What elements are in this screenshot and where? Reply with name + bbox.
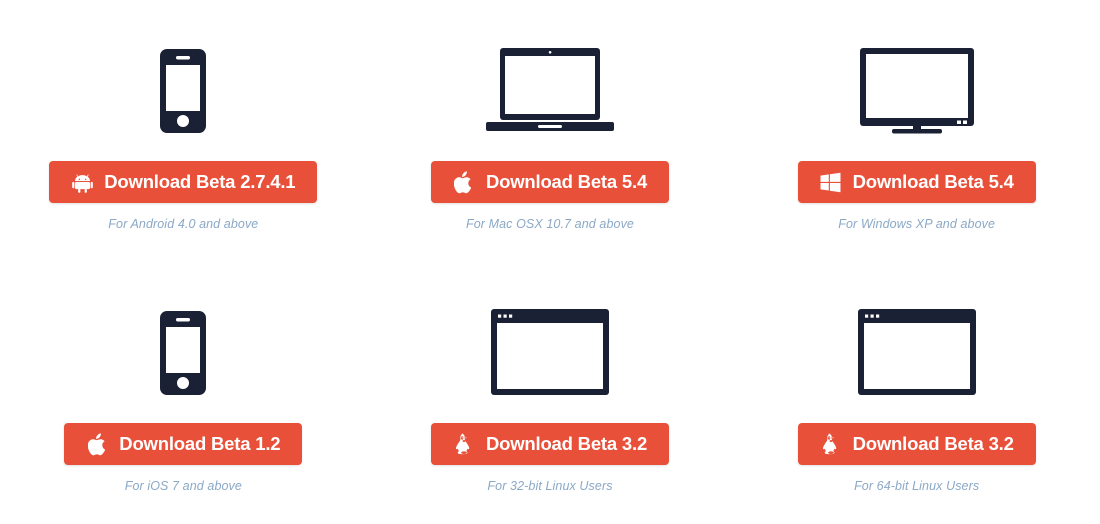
download-button-mac[interactable]: Download Beta 5.4 (430, 161, 670, 203)
android-logo-icon (71, 171, 93, 194)
linux-penguin-logo-icon (453, 433, 475, 456)
download-card-windows: Download Beta 5.4 For Windows XP and abo… (733, 0, 1100, 262)
download-caption-linux64: For 64-bit Linux Users (854, 479, 980, 493)
download-button-label: Download Beta 5.4 (485, 170, 648, 192)
smartphone-icon (159, 284, 207, 396)
windows-logo-icon (820, 171, 842, 194)
download-button-linux32[interactable]: Download Beta 3.2 (430, 423, 670, 465)
laptop-icon (484, 22, 616, 134)
download-caption-mac: For Mac OSX 10.7 and above (466, 217, 634, 231)
window-frame-icon (857, 284, 977, 396)
download-button-label: Download Beta 1.2 (119, 432, 281, 454)
download-caption-ios: For iOS 7 and above (124, 479, 242, 493)
download-options-grid: Download Beta 2.7.4.1 For Android 4.0 an… (0, 0, 1100, 524)
download-card-linux32: Download Beta 3.2 For 32-bit Linux Users (367, 262, 734, 524)
download-caption-linux32: For 32-bit Linux Users (487, 479, 613, 493)
download-button-label: Download Beta 5.4 (852, 170, 1014, 192)
apple-logo-icon (86, 432, 108, 456)
apple-logo-icon (453, 170, 475, 194)
download-card-android: Download Beta 2.7.4.1 For Android 4.0 an… (0, 0, 367, 262)
download-button-android[interactable]: Download Beta 2.7.4.1 (49, 161, 318, 203)
download-card-linux64: Download Beta 3.2 For 64-bit Linux Users (733, 262, 1100, 524)
download-card-mac: Download Beta 5.4 For Mac OSX 10.7 and a… (367, 0, 734, 262)
smartphone-icon (159, 22, 207, 134)
download-button-label: Download Beta 2.7.4.1 (104, 170, 296, 192)
download-caption-windows: For Windows XP and above (838, 217, 996, 231)
window-frame-icon (490, 284, 610, 396)
download-card-ios: Download Beta 1.2 For iOS 7 and above (0, 262, 367, 524)
linux-penguin-logo-icon (820, 433, 842, 456)
download-button-windows[interactable]: Download Beta 5.4 (797, 161, 1036, 203)
download-button-label: Download Beta 3.2 (852, 432, 1014, 454)
download-button-linux64[interactable]: Download Beta 3.2 (797, 423, 1036, 465)
download-button-ios[interactable]: Download Beta 1.2 (64, 423, 303, 465)
download-button-label: Download Beta 3.2 (485, 432, 648, 454)
download-caption-android: For Android 4.0 and above (108, 217, 259, 231)
desktop-monitor-icon (858, 22, 976, 134)
